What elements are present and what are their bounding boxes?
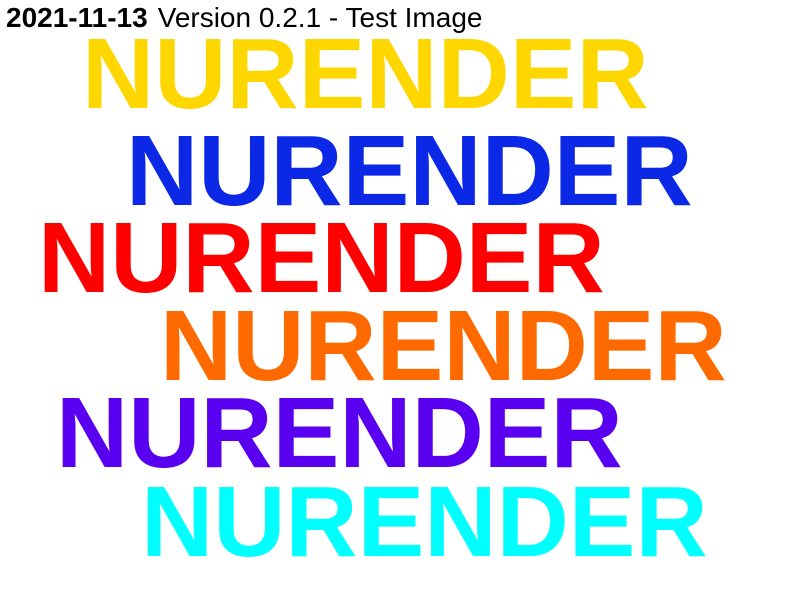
test-image-canvas: 2021-11-13 Version 0.2.1 - Test Image NUR…: [0, 0, 800, 600]
nurender-word-1: NURENDER: [82, 18, 649, 130]
nurender-word-6: NURENDER: [141, 466, 708, 578]
